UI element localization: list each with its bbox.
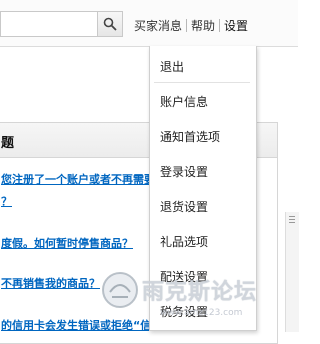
menu-divider [154, 82, 250, 83]
nav-divider [186, 18, 188, 32]
faq-link[interactable]: 您注册了一个账户或者不再需要 [1, 171, 155, 187]
faq-link[interactable]: 度假。如何暂时停售商品？ [1, 235, 133, 251]
menu-item-shipping-settings[interactable]: 配送设置 [160, 268, 208, 285]
buyer-messages-link[interactable]: 买家消息 [134, 17, 182, 34]
menu-item-account-info[interactable]: 账户信息 [160, 93, 208, 110]
top-bar: 买家消息 帮助 设置 [0, 0, 298, 47]
menu-item-gift-options[interactable]: 礼品选项 [160, 233, 208, 250]
menu-item-login-settings[interactable]: 登录设置 [160, 163, 208, 180]
help-link[interactable]: 帮助 [191, 17, 215, 34]
settings-link[interactable]: 设置 [224, 17, 248, 34]
faq-link[interactable]: ？ [1, 193, 12, 209]
nav-divider [219, 18, 221, 32]
faq-link[interactable]: 的信用卡会发生错误或拒绝“信 [1, 317, 151, 333]
page-scrollbar[interactable] [285, 212, 299, 332]
faq-panel-title: 题 [1, 136, 15, 151]
settings-dropdown: 退出 账户信息 通知首选项 登录设置 退货设置 礼品选项 配送设置 税务设置 [149, 46, 257, 331]
search-button[interactable] [97, 11, 123, 37]
scroll-grip-icon [289, 216, 295, 226]
menu-item-tax-settings[interactable]: 税务设置 [160, 303, 208, 320]
search-icon [103, 17, 117, 31]
faq-link[interactable]: 不再销售我的商品？ [1, 275, 100, 291]
menu-item-notification-preferences[interactable]: 通知首选项 [160, 128, 220, 145]
top-nav: 买家消息 帮助 设置 [134, 16, 248, 34]
menu-item-logout[interactable]: 退出 [160, 58, 184, 75]
menu-item-return-settings[interactable]: 退货设置 [160, 198, 208, 215]
search-input[interactable] [0, 11, 98, 37]
